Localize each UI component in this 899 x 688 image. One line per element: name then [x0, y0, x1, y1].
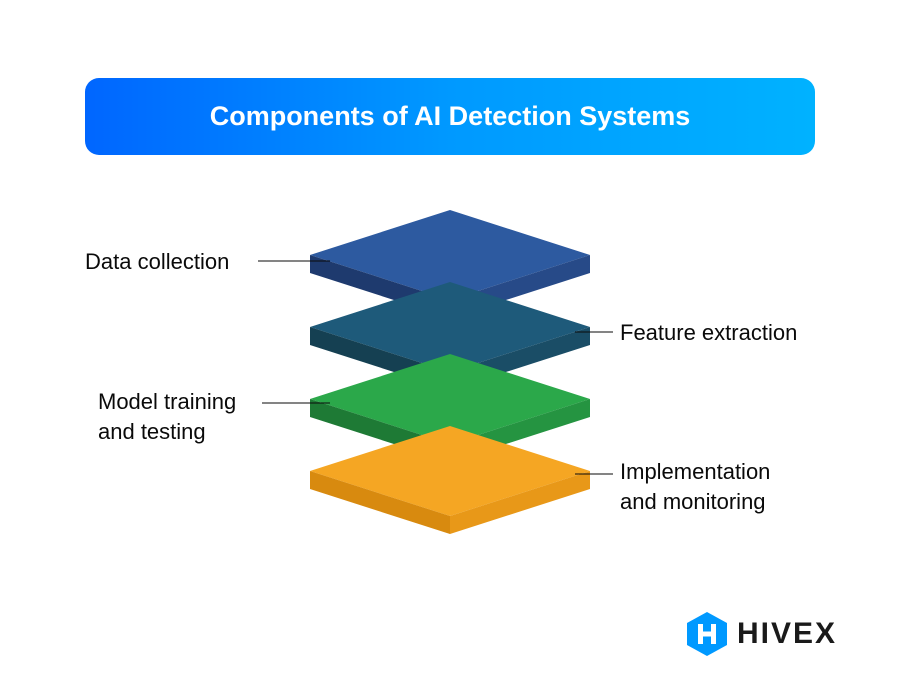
- label-model-training: Model training and testing: [98, 387, 236, 446]
- layer-implementation: [310, 426, 590, 551]
- label-feature-extraction: Feature extraction: [620, 318, 797, 348]
- label-implementation: Implementation and monitoring: [620, 457, 770, 516]
- connector-4: [575, 473, 613, 475]
- connector-1: [258, 260, 330, 262]
- connector-3: [262, 402, 330, 404]
- title-bar: Components of AI Detection Systems: [85, 78, 815, 155]
- diagram-title: Components of AI Detection Systems: [210, 101, 691, 132]
- hivex-hex-icon: [687, 612, 727, 656]
- brand-name: HIVEX: [737, 617, 837, 651]
- brand-logo: HIVEX: [687, 612, 837, 656]
- label-data-collection: Data collection: [85, 247, 229, 277]
- layered-diagram: Data collection Feature extraction Model…: [0, 210, 899, 570]
- connector-2: [575, 331, 613, 333]
